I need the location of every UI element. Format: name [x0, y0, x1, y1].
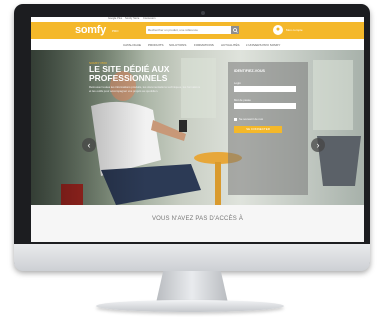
password-label: Mot de passe — [234, 98, 251, 102]
search-box — [146, 26, 239, 34]
search-input[interactable] — [148, 26, 228, 34]
logo-tagline: PRO — [112, 29, 119, 33]
login-title: IDENTIFIEZ-VOUS — [234, 69, 265, 73]
search-icon — [232, 27, 238, 33]
planter — [317, 136, 361, 186]
hero-banner: SOMFY PRO LE SITE DÉDIÉ AUX PROFESSIONNE… — [31, 50, 364, 205]
monitor-base — [96, 300, 284, 312]
nav-item-catalogue[interactable]: CATALOGUE — [123, 43, 141, 47]
site-header: somfy PRO ● Mon compte — [31, 22, 364, 39]
section-title: VOUS N'AVEZ PAS D'ACCÈS À — [151, 216, 244, 222]
remember-me[interactable]: Se souvenir de moi — [234, 117, 263, 121]
account-link[interactable]: Mon compte — [286, 28, 303, 32]
hero-title: LE SITE DÉDIÉ AUX PROFESSIONNELS — [89, 64, 170, 83]
login-label: Login — [234, 81, 241, 85]
carousel-next-button[interactable]: › — [311, 138, 325, 152]
search-button[interactable] — [231, 26, 239, 34]
monitor-frame: Google Plus Somfy Store Connexion somfy … — [14, 4, 370, 270]
screen: Google Plus Somfy Store Connexion somfy … — [31, 17, 364, 242]
user-icon[interactable]: ● — [273, 25, 283, 35]
top-link[interactable]: Somfy Store — [125, 17, 139, 20]
carousel-prev-button[interactable]: ‹ — [82, 138, 96, 152]
monitor-chin — [14, 244, 370, 271]
remember-label: Se souvenir de moi — [239, 117, 263, 121]
nav-item-univers-pro[interactable]: L'UNIVERS PRO SOMFY — [246, 43, 280, 47]
nav-item-produits[interactable]: PRODUITS — [148, 43, 164, 47]
nav-item-formations[interactable]: FORMATIONS — [194, 43, 214, 47]
nav-item-actualites[interactable]: ACTUALITÉS — [221, 43, 240, 47]
hero-text: Retrouvez toutes les informations produi… — [89, 85, 201, 93]
somfy-logo[interactable]: somfy — [75, 24, 106, 36]
login-panel: IDENTIFIEZ-VOUS Login Mot de passe Se so… — [228, 62, 308, 195]
login-button[interactable]: SE CONNECTER — [234, 126, 282, 133]
nav-item-solutions[interactable]: SOLUTIONS — [169, 43, 186, 47]
monitor-stand — [156, 271, 228, 303]
webcam — [201, 11, 205, 15]
login-field[interactable] — [234, 86, 296, 92]
top-link[interactable]: Google Plus — [108, 17, 122, 20]
top-link[interactable]: Connexion — [143, 17, 155, 20]
password-field[interactable] — [234, 103, 296, 109]
background-window — [313, 60, 353, 130]
remember-checkbox[interactable] — [234, 117, 237, 121]
